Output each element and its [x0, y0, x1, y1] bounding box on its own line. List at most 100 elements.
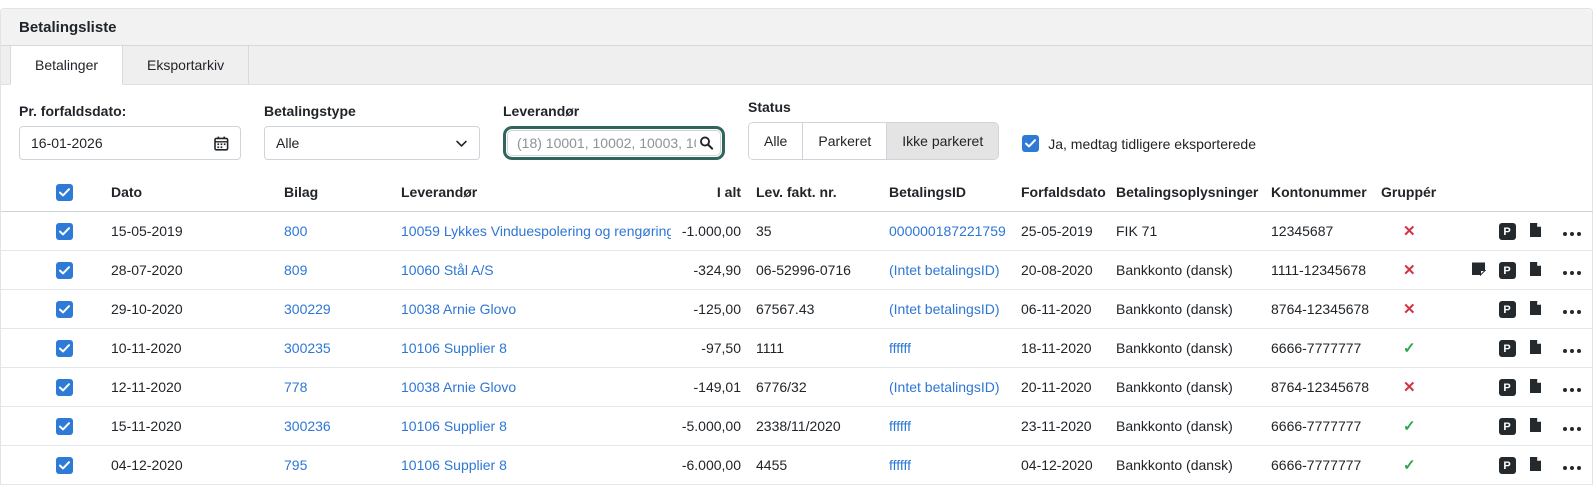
document-icon[interactable]	[1529, 222, 1542, 238]
note-icon[interactable]	[1471, 261, 1486, 276]
payments-table: DatoBilagLeverandørI altLev. fakt. nr.Be…	[1, 173, 1593, 485]
supplier-search-box	[503, 126, 725, 160]
payment-id-link[interactable]: (Intet betalingsID)	[889, 379, 1000, 395]
document-icon[interactable]	[1529, 300, 1542, 316]
status-option-ikke-parkeret[interactable]: Ikke parkeret	[887, 123, 998, 159]
parked-icon[interactable]: P	[1499, 223, 1516, 240]
payment-id-cell: (Intet betalingsID)	[889, 368, 1021, 407]
account-no-value: 6666-7777777	[1271, 418, 1361, 434]
status-option-alle[interactable]: Alle	[749, 123, 803, 159]
payment-id-link[interactable]: ffffff	[889, 418, 911, 434]
vendor-link[interactable]: 10106 Supplier 8	[401, 418, 507, 434]
vendor-cell: 10059 Lykkes Vinduespolering og rengørin…	[401, 212, 671, 251]
vendor-invoice-no-cell: 06-52996-0716	[741, 251, 889, 290]
supplier-search-input[interactable]	[507, 130, 721, 156]
document-icon[interactable]	[1529, 261, 1542, 277]
grouped-cell: ✕	[1381, 368, 1463, 407]
document-no-link[interactable]: 809	[284, 262, 307, 278]
parked-icon[interactable]: P	[1499, 457, 1516, 474]
payment-id-link[interactable]: (Intet betalingsID)	[889, 301, 1000, 317]
row-checkbox[interactable]	[56, 262, 73, 279]
document-icon[interactable]	[1529, 417, 1542, 433]
select-all-checkbox[interactable]	[56, 184, 73, 201]
parked-icon[interactable]: P	[1499, 340, 1516, 357]
account-no-cell: 6666-7777777	[1271, 407, 1381, 446]
document-no-link[interactable]: 300229	[284, 301, 331, 317]
more-cell	[1549, 407, 1593, 446]
include-exported-toggle[interactable]: Ja, medtag tidligere eksporterede	[1022, 135, 1256, 152]
vendor-link[interactable]: 10038 Arnie Glovo	[401, 301, 516, 317]
document-icon[interactable]	[1529, 378, 1542, 394]
payment-id-link[interactable]: ffffff	[889, 340, 911, 356]
more-options-button[interactable]	[1561, 267, 1583, 279]
tab-betalinger[interactable]: Betalinger	[10, 46, 123, 85]
payment-info-cell: Bankkonto (dansk)	[1116, 290, 1271, 329]
row-checkbox[interactable]	[56, 223, 73, 240]
parked-icon[interactable]: P	[1499, 262, 1516, 279]
more-options-button[interactable]	[1561, 462, 1583, 474]
account-no-cell: 8764-12345678	[1271, 368, 1381, 407]
amount-value: -125,00	[694, 301, 741, 317]
vendor-link[interactable]: 10059 Lykkes Vinduespolering og rengørin…	[401, 223, 671, 239]
document-no-cell: 300235	[284, 329, 401, 368]
row-checkbox[interactable]	[56, 379, 73, 396]
more-options-button[interactable]	[1561, 345, 1583, 357]
document-cell	[1521, 329, 1549, 368]
vendor-invoice-no-cell: 4455	[741, 446, 889, 485]
vendor-link[interactable]: 10106 Supplier 8	[401, 340, 507, 356]
grouped-cell: ✕	[1381, 212, 1463, 251]
more-options-button[interactable]	[1561, 228, 1583, 240]
more-cell	[1549, 329, 1593, 368]
tab-eksportarkiv[interactable]: Eksportarkiv	[123, 46, 249, 84]
date-cell: 29-10-2020	[111, 290, 284, 329]
document-no-link[interactable]: 800	[284, 223, 307, 239]
payment-id-cell: ffffff	[889, 329, 1021, 368]
vendor-link[interactable]: 10038 Arnie Glovo	[401, 379, 516, 395]
payment-id-link[interactable]: 000000187221759	[889, 223, 1006, 239]
column-header-icons	[1521, 173, 1549, 212]
parked-cell: P	[1493, 329, 1521, 368]
row-checkbox[interactable]	[56, 340, 73, 357]
more-options-button[interactable]	[1561, 384, 1583, 396]
account-no-value: 6666-7777777	[1271, 457, 1361, 473]
document-no-link[interactable]: 300235	[284, 340, 331, 356]
due-date-cell: 20-11-2020	[1021, 368, 1116, 407]
parked-icon[interactable]: P	[1499, 418, 1516, 435]
due-date-label: Pr. forfaldsdato:	[19, 103, 241, 119]
amount-cell: -1.000,00	[671, 212, 741, 251]
status-filter: Status AlleParkeretIkke parkeret	[748, 99, 999, 160]
document-no-link[interactable]: 795	[284, 457, 307, 473]
status-option-parkeret[interactable]: Parkeret	[803, 123, 887, 159]
document-icon[interactable]	[1529, 456, 1542, 472]
vendor-invoice-no-cell: 67567.43	[741, 290, 889, 329]
payment-type-select[interactable]: Alle	[264, 126, 480, 160]
payment-id-link[interactable]: ffffff	[889, 457, 911, 473]
grouped-yes-icon: ✓	[1381, 456, 1416, 474]
parked-icon[interactable]: P	[1499, 379, 1516, 396]
document-no-link[interactable]: 778	[284, 379, 307, 395]
more-options-button[interactable]	[1561, 423, 1583, 435]
document-no-cell: 778	[284, 368, 401, 407]
calendar-icon[interactable]	[214, 136, 229, 151]
account-no-cell: 6666-7777777	[1271, 329, 1381, 368]
due-date-cell: 25-05-2019	[1021, 212, 1116, 251]
parked-icon[interactable]: P	[1499, 301, 1516, 318]
due-date-input[interactable]: 16-01-2026	[19, 126, 241, 160]
due-date-value: 16-01-2026	[31, 135, 103, 151]
date-cell: 12-11-2020	[111, 368, 284, 407]
document-no-link[interactable]: 300236	[284, 418, 331, 434]
include-exported-checkbox[interactable]	[1022, 135, 1039, 152]
payment-id-cell: (Intet betalingsID)	[889, 251, 1021, 290]
row-checkbox[interactable]	[56, 418, 73, 435]
row-checkbox[interactable]	[56, 457, 73, 474]
payment-id-link[interactable]: (Intet betalingsID)	[889, 262, 1000, 278]
row-checkbox[interactable]	[56, 301, 73, 318]
payment-info-cell: Bankkonto (dansk)	[1116, 329, 1271, 368]
more-options-button[interactable]	[1561, 306, 1583, 318]
vendor-link[interactable]: 10106 Supplier 8	[401, 457, 507, 473]
vendor-link[interactable]: 10060 Stål A/S	[401, 262, 494, 278]
vendor-invoice-no-value: 06-52996-0716	[756, 262, 851, 278]
payment-type-label: Betalingstype	[264, 103, 480, 119]
search-icon[interactable]	[699, 136, 714, 151]
document-icon[interactable]	[1529, 339, 1542, 355]
